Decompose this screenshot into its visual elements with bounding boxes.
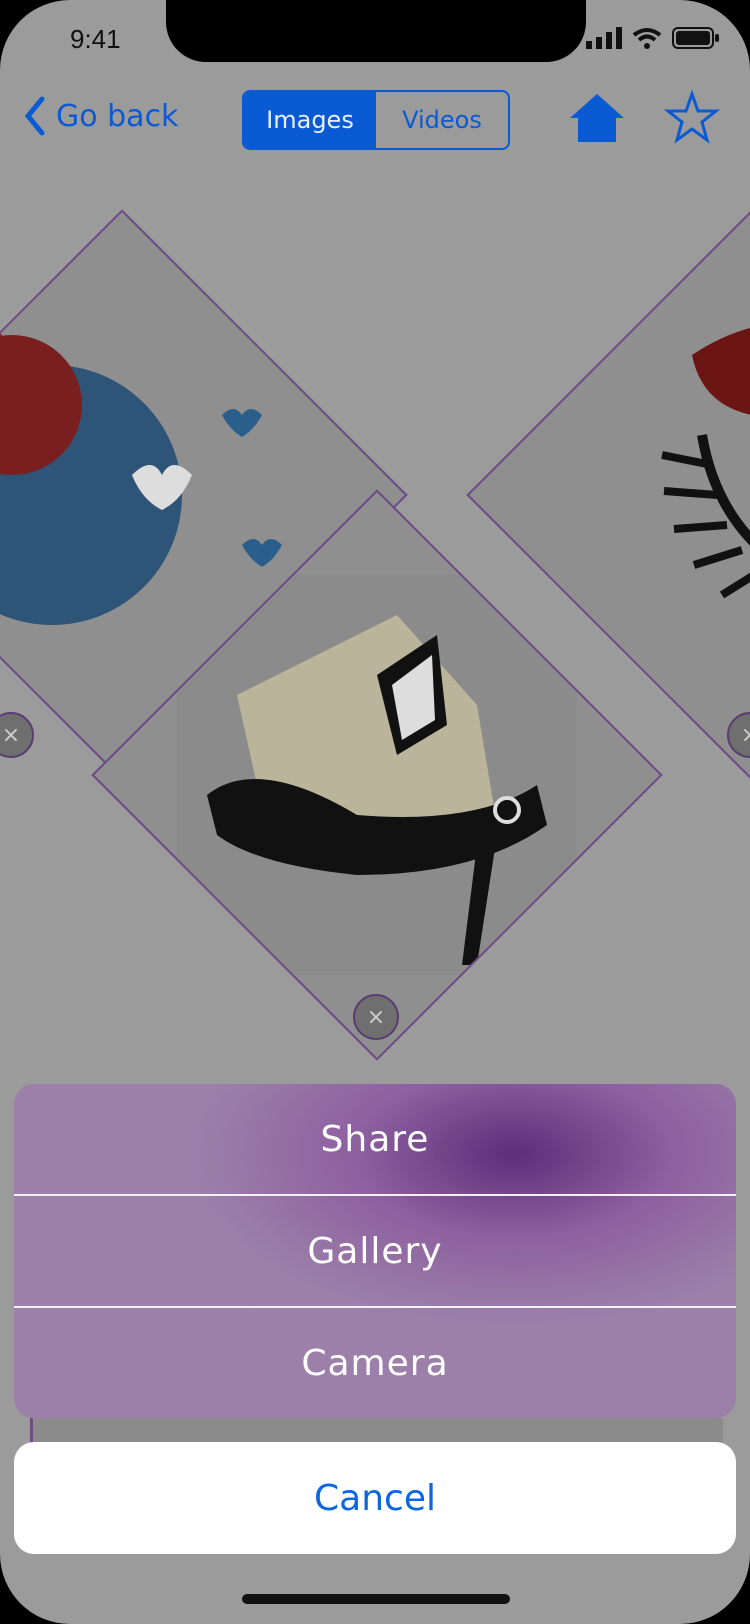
notch bbox=[166, 0, 586, 62]
status-bar: 9:41 bbox=[0, 0, 750, 90]
phone-screen: 9:41 Go back Images Videos × × Share Gal… bbox=[0, 0, 750, 1624]
media-segmented-control: Images Videos bbox=[242, 90, 510, 150]
close-icon: × bbox=[741, 723, 750, 748]
home-icon[interactable] bbox=[566, 90, 628, 146]
chevron-left-icon bbox=[24, 96, 45, 136]
status-icons bbox=[586, 26, 720, 50]
star-icon[interactable] bbox=[664, 90, 720, 146]
signal-icon bbox=[586, 27, 622, 49]
segment-videos[interactable]: Videos bbox=[376, 92, 508, 148]
wifi-icon bbox=[632, 28, 662, 49]
segment-images[interactable]: Images bbox=[244, 92, 376, 148]
gallery-option[interactable]: Gallery bbox=[14, 1196, 736, 1308]
nav-bar: Go back Images Videos bbox=[0, 86, 750, 156]
delete-hearts-button[interactable]: × bbox=[0, 712, 34, 758]
close-icon: × bbox=[366, 1004, 386, 1030]
close-icon: × bbox=[1, 722, 21, 748]
share-option[interactable]: Share bbox=[14, 1084, 736, 1196]
camera-option[interactable]: Camera bbox=[14, 1308, 736, 1418]
delete-shoe-button[interactable]: × bbox=[353, 994, 399, 1040]
battery-icon bbox=[672, 27, 719, 49]
sheet-backdrop-strip bbox=[30, 1418, 723, 1442]
status-time: 9:41 bbox=[70, 24, 121, 54]
lips-eyelashes-image bbox=[552, 295, 750, 695]
back-button[interactable]: Go back bbox=[24, 96, 178, 136]
cancel-button[interactable]: Cancel bbox=[14, 1442, 736, 1554]
home-indicator bbox=[242, 1594, 510, 1604]
back-label: Go back bbox=[56, 98, 179, 134]
shoe-image bbox=[177, 575, 577, 975]
action-sheet: Share Gallery Camera bbox=[14, 1084, 736, 1418]
